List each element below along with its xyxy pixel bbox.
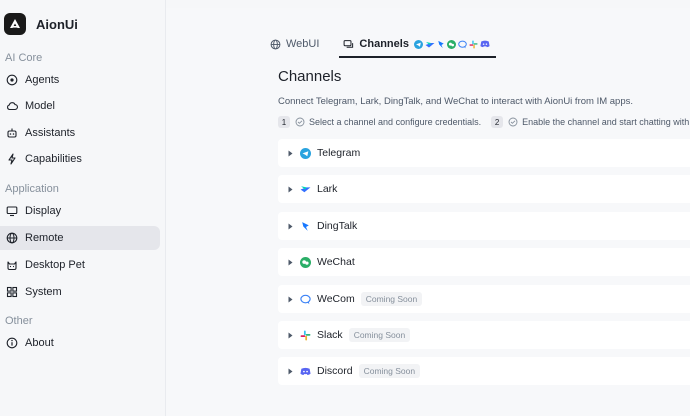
- cloud-icon: [6, 100, 18, 112]
- lightning-icon: [6, 153, 18, 165]
- sidebar-item-label: Assistants: [25, 127, 76, 139]
- section-label-other: Other: [5, 315, 33, 327]
- cat-icon: [6, 259, 18, 271]
- channel-name: DingTalk: [317, 220, 358, 232]
- sidebar-item-label: Agents: [25, 74, 60, 86]
- agents-icon: [6, 74, 18, 86]
- channel-name: WeCom: [317, 293, 355, 305]
- discord-icon: [300, 366, 311, 377]
- wecom-icon: [300, 294, 311, 305]
- caret-right-icon: [288, 185, 294, 193]
- step-number: 1: [278, 116, 290, 128]
- tab-bar: WebUI Channels: [268, 30, 512, 58]
- channel-name: Discord: [317, 365, 353, 377]
- tab-webui[interactable]: WebUI: [268, 30, 321, 58]
- monitor-icon: [6, 205, 18, 217]
- channel-name: Telegram: [317, 147, 361, 159]
- channel-row-lark[interactable]: Lark: [278, 175, 690, 203]
- channel-row-slack[interactable]: Slack Coming Soon: [278, 321, 690, 349]
- channel-row-discord[interactable]: Discord Coming Soon: [278, 357, 690, 385]
- sidebar-item-display[interactable]: Display: [0, 199, 160, 223]
- step-text: Enable the channel and start chatting wi…: [522, 117, 690, 127]
- slack-icon: [300, 330, 311, 341]
- info-icon: [6, 337, 18, 349]
- caret-right-icon: [288, 367, 294, 375]
- slack-icon: [469, 39, 478, 49]
- tab-label: Channels: [359, 38, 409, 50]
- sidebar-item-label: Model: [25, 100, 55, 112]
- brand: AionUi: [4, 10, 78, 38]
- sidebar-item-label: Remote: [25, 232, 64, 244]
- telegram-icon: [413, 39, 423, 49]
- wechat-icon: [446, 39, 456, 49]
- section-label-ai-core: AI Core: [5, 52, 43, 64]
- sidebar-item-label: Capabilities: [25, 153, 82, 165]
- chat-icon: [343, 39, 354, 50]
- discord-icon: [480, 40, 490, 48]
- globe-icon: [6, 232, 18, 244]
- app-logo-icon: [4, 13, 26, 35]
- sidebar-item-about[interactable]: About: [0, 331, 160, 355]
- wecom-icon: [458, 40, 467, 49]
- sidebar-item-label: Desktop Pet: [25, 259, 85, 271]
- channel-row-telegram[interactable]: Telegram: [278, 139, 690, 167]
- coming-soon-badge: Coming Soon: [360, 292, 423, 306]
- grid-icon: [6, 286, 18, 298]
- page-title: Channels: [278, 68, 342, 85]
- caret-right-icon: [288, 331, 294, 339]
- step-text: Select a channel and configure credentia…: [309, 117, 482, 127]
- globe-icon: [270, 39, 281, 50]
- dingtalk-icon: [300, 221, 311, 232]
- dingtalk-icon: [437, 40, 445, 49]
- sidebar-item-capabilities[interactable]: Capabilities: [0, 147, 160, 171]
- setup-step: 1 Select a channel and configure credent…: [278, 116, 481, 128]
- robot-icon: [6, 127, 18, 139]
- sidebar-item-desktop-pet[interactable]: Desktop Pet: [0, 253, 160, 277]
- sidebar-item-label: System: [25, 286, 62, 298]
- caret-right-icon: [288, 295, 294, 303]
- channel-name: Slack: [317, 329, 343, 341]
- sidebar-item-model[interactable]: Model: [0, 94, 160, 118]
- main-area: WebUI Channels Channels Connect Telegram…: [166, 0, 690, 416]
- caret-right-icon: [288, 222, 294, 230]
- sidebar-item-agents[interactable]: Agents: [0, 68, 160, 92]
- channel-row-wecom[interactable]: WeCom Coming Soon: [278, 285, 690, 313]
- sidebar-item-label: About: [25, 337, 54, 349]
- sidebar-item-assistants[interactable]: Assistants: [0, 121, 160, 145]
- channel-row-dingtalk[interactable]: DingTalk: [278, 212, 690, 240]
- coming-soon-badge: Coming Soon: [358, 364, 421, 378]
- channel-mini-icons: [413, 39, 490, 49]
- app-name: AionUi: [36, 16, 78, 32]
- sidebar-item-label: Display: [25, 205, 62, 217]
- channel-row-wechat[interactable]: WeChat: [278, 248, 690, 276]
- coming-soon-badge: Coming Soon: [348, 328, 411, 342]
- telegram-icon: [300, 147, 311, 159]
- tab-channels[interactable]: Channels: [339, 30, 496, 58]
- lark-icon: [300, 184, 311, 195]
- setup-steps: 1 Select a channel and configure credent…: [278, 116, 690, 128]
- tab-label: WebUI: [286, 38, 320, 50]
- section-label-application: Application: [5, 183, 59, 195]
- setup-step: 2 Enable the channel and start chatting …: [491, 116, 690, 128]
- wechat-icon: [300, 256, 311, 268]
- page-description: Connect Telegram, Lark, DingTalk, and We…: [278, 96, 634, 107]
- step-number: 2: [491, 116, 504, 128]
- caret-right-icon: [288, 149, 294, 157]
- sidebar-item-system[interactable]: System: [0, 280, 160, 304]
- channel-name: Lark: [317, 183, 338, 195]
- check-circle-icon: [295, 117, 305, 127]
- lark-icon: [425, 40, 435, 49]
- sidebar-item-remote[interactable]: Remote: [0, 226, 160, 250]
- caret-right-icon: [288, 258, 294, 266]
- sidebar: AionUi AI Core Agents Model Assistants C…: [0, 0, 166, 416]
- channel-name: WeChat: [317, 256, 355, 268]
- check-circle-icon: [508, 117, 518, 127]
